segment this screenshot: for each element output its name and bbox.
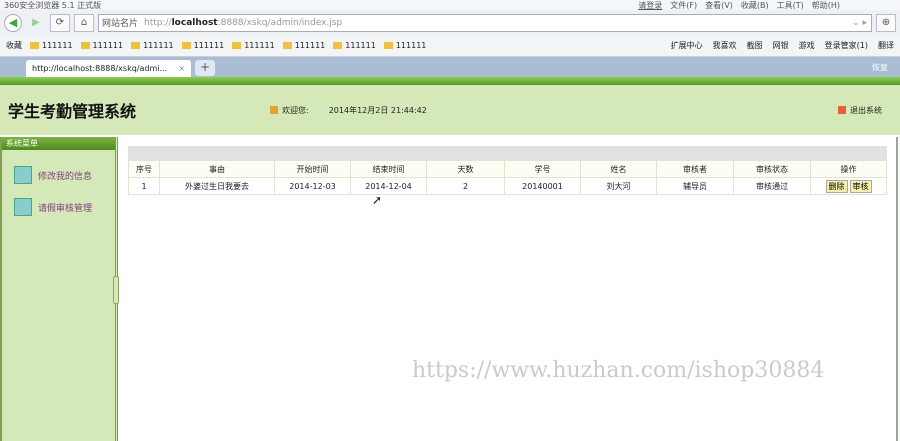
menu-file[interactable]: 文件(F) [670, 0, 697, 11]
bookmarks-bar: 收藏 111111 111111 111111 111111 111111 11… [0, 35, 900, 57]
col-header: 天数 [426, 160, 505, 178]
user-icon [270, 106, 279, 114]
col-header: 开始时间 [274, 160, 351, 178]
datetime: 2014年12月2日 21:44:42 [328, 105, 427, 115]
bookmark-item[interactable]: 111111 [131, 41, 174, 50]
col-header: 审核者 [656, 160, 734, 178]
cell-name: 刘大河 [580, 177, 657, 195]
welcome-label: 欢迎您: [270, 105, 309, 116]
dropdown-icon[interactable]: ⌄ ▸ [852, 18, 871, 28]
leave-table-panel: 序号 事由 开始时间 结束时间 天数 学号 姓名 审核者 审核状态 操作 1 外… [128, 146, 887, 195]
cell-end: 2014-12-04 [350, 177, 427, 195]
logout-link[interactable]: 退出系统 [838, 105, 892, 116]
menu-view[interactable]: 查看(V) [705, 0, 733, 11]
favorites-button[interactable]: 收藏 [6, 40, 22, 51]
col-header: 审核状态 [733, 160, 811, 178]
header-strip [0, 77, 900, 85]
mouse-cursor-icon: ➚ [372, 193, 383, 207]
col-header: 序号 [128, 160, 160, 178]
close-icon[interactable]: × [178, 64, 185, 73]
sidebar: 系统菜单 修改我的信息 请假审核管理 [0, 137, 118, 441]
sidebar-title: 系统菜单 [2, 137, 115, 150]
toolbar-login-manager[interactable]: 登录管家(1) [825, 40, 868, 51]
cell-start: 2014-12-03 [274, 177, 351, 195]
page-title: 学生考勤管理系统 [8, 102, 137, 121]
navigation-bar: ◀ ▶ ⟳ ⌂ 网站名片 http://localhost:8888/xskq/… [0, 10, 900, 35]
col-header: 姓名 [580, 160, 657, 178]
app-header: 学生考勤管理系统 欢迎您: 2014年12月2日 21:44:42 退出系统 [0, 85, 900, 135]
toolbar-like[interactable]: 我喜欢 [713, 40, 737, 51]
toolbar-bank[interactable]: 网银 [773, 40, 789, 51]
toolbar-screenshot[interactable]: 截图 [747, 40, 763, 51]
sidebar-toggle-handle[interactable] [113, 276, 119, 304]
restore-button[interactable]: 恢复 [872, 62, 900, 73]
cell-actions: 删除 审核 [810, 177, 887, 195]
browser-title: 360安全浏览器 5.1 正式版 [4, 0, 102, 10]
home-button[interactable]: ⌂ [74, 13, 94, 32]
leave-table: 序号 事由 开始时间 结束时间 天数 学号 姓名 审核者 审核状态 操作 1 外… [128, 160, 887, 195]
review-button[interactable]: 审核 [849, 179, 872, 193]
table-row: 1 外婆过生日我要去 2014-12-03 2014-12-04 2 20140… [128, 177, 887, 195]
table-header-row: 序号 事由 开始时间 结束时间 天数 学号 姓名 审核者 审核状态 操作 [128, 160, 887, 178]
shield-icon[interactable]: ⊕ [876, 13, 896, 32]
bookmark-item[interactable]: 111111 [232, 41, 275, 50]
site-card-button[interactable]: 网站名片 [102, 16, 138, 29]
browser-tab[interactable]: http://localhost:8888/xskq/admi... × [26, 60, 191, 77]
delete-button[interactable]: 删除 [825, 179, 848, 193]
col-header: 事由 [159, 160, 275, 178]
cell-reviewer: 辅导员 [656, 177, 734, 195]
window-titlebar: 360安全浏览器 5.1 正式版 请登录 文件(F) 查看(V) 收藏(B) 工… [0, 0, 900, 10]
user-card-icon [14, 198, 32, 216]
cell-reason: 外婆过生日我要去 [159, 177, 275, 195]
cell-student-id: 20140001 [504, 177, 581, 195]
cell-id: 1 [128, 177, 160, 195]
new-tab-button[interactable]: + [195, 60, 215, 76]
col-header: 操作 [810, 160, 887, 178]
bookmark-item[interactable]: 111111 [81, 41, 124, 50]
tab-bar: http://localhost:8888/xskq/admi... × + 恢… [0, 57, 900, 77]
menu-help[interactable]: 帮助(H) [812, 0, 840, 11]
back-button[interactable]: ◀ [4, 13, 22, 32]
col-header: 学号 [504, 160, 581, 178]
sidebar-item-edit-info[interactable]: 修改我的信息 [2, 166, 115, 184]
watermark: https://www.huzhan.com/ishop30884 [412, 358, 825, 383]
menu-tools[interactable]: 工具(T) [777, 0, 804, 11]
bookmark-item[interactable]: 111111 [182, 41, 225, 50]
url-text: http://localhost:8888/xskq/admin/index.j… [144, 17, 343, 28]
login-link[interactable]: 请登录 [638, 0, 662, 11]
scrollbar[interactable] [896, 137, 898, 441]
bookmark-item[interactable]: 111111 [283, 41, 326, 50]
cell-status: 审核通过 [733, 177, 811, 195]
address-bar[interactable]: 网站名片 http://localhost:8888/xskq/admin/in… [98, 13, 872, 32]
toolbar-extensions[interactable]: 扩展中心 [671, 40, 703, 51]
table-toolbar [128, 146, 887, 160]
sidebar-item-leave-review[interactable]: 请假审核管理 [2, 198, 115, 216]
forward-button[interactable]: ▶ [26, 14, 46, 32]
user-card-icon [14, 166, 32, 184]
refresh-button[interactable]: ⟳ [50, 13, 70, 32]
col-header: 结束时间 [350, 160, 427, 178]
toolbar-games[interactable]: 游戏 [799, 40, 815, 51]
menu-favorites[interactable]: 收藏(B) [741, 0, 769, 11]
exit-icon [838, 106, 846, 114]
bookmark-item[interactable]: 111111 [30, 41, 73, 50]
cell-days: 2 [426, 177, 505, 195]
bookmark-item[interactable]: 111111 [333, 41, 376, 50]
toolbar-translate[interactable]: 翻译 [878, 40, 894, 51]
bookmark-item[interactable]: 111111 [384, 41, 427, 50]
